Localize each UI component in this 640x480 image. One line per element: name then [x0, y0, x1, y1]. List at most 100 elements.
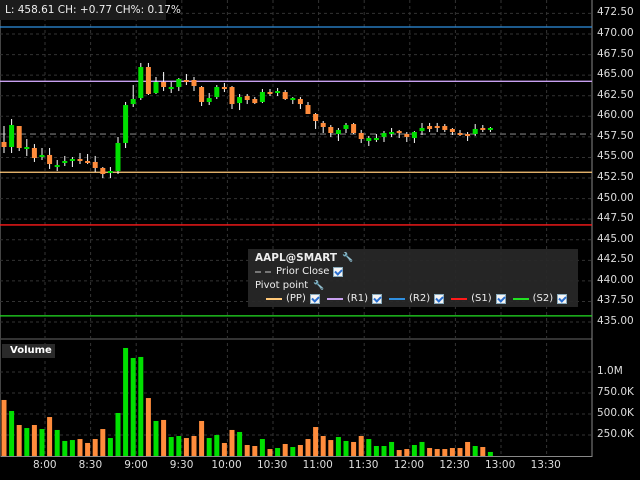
candle-up [419, 127, 425, 132]
line-swatch [266, 297, 282, 300]
line-swatch [451, 297, 468, 300]
volume-bar [199, 420, 205, 456]
legend-symbol: AAPL@SMART [255, 252, 338, 264]
volume-bar [275, 448, 281, 456]
candle-down [161, 81, 167, 88]
volume-bar [16, 425, 22, 456]
volume-bar [259, 439, 265, 456]
pivot-item-checkbox[interactable] [557, 293, 568, 304]
pivot-items: (PP) (R1) (R2) (S1) (S2) [266, 293, 574, 304]
volume-bar [145, 398, 151, 456]
price-tick-label: 460.00 [597, 109, 634, 122]
volume-bar [100, 429, 106, 456]
candle-down [351, 124, 357, 134]
candle-down [31, 147, 37, 159]
volume-bar [221, 442, 227, 456]
prior-close-checkbox[interactable] [333, 266, 344, 277]
dashed-line-swatch [255, 270, 271, 273]
candle-up [138, 67, 144, 99]
volume-bar [381, 446, 387, 456]
volume-bar [419, 441, 425, 456]
candle-up [214, 87, 220, 98]
volume-bar [282, 443, 288, 456]
volume-bar [206, 438, 212, 456]
time-tick-label: 10:30 [257, 459, 288, 471]
pivot-item-label: (S1) [471, 293, 492, 304]
volume-bar [214, 435, 220, 456]
candle-up [153, 81, 159, 94]
price-tick-label: 452.50 [597, 171, 634, 184]
volume-bar [191, 436, 197, 456]
volume-bar [267, 449, 273, 456]
wrench-icon[interactable]: 🔧 [342, 254, 353, 263]
candle-up [366, 138, 372, 141]
volume-bar [9, 410, 15, 456]
volume-bar [77, 439, 83, 456]
volume-bar [31, 425, 37, 456]
volume-bar [229, 429, 235, 456]
volume-bar [47, 417, 53, 456]
volume-bar [297, 444, 303, 456]
line-swatch [389, 297, 405, 300]
wrench-icon[interactable]: 🔧 [313, 281, 324, 290]
candle-down [442, 126, 448, 130]
candle-down [465, 133, 471, 136]
pivot-legend-item: (R1) [326, 293, 382, 304]
candle-down [244, 95, 250, 101]
time-tick-label: 12:00 [393, 459, 425, 471]
price-tick-label: 462.50 [597, 88, 634, 101]
price-tick-label: 455.00 [597, 150, 634, 163]
pivot-point-label: Pivot point [255, 280, 309, 291]
candle-down [449, 128, 455, 133]
candle-down [396, 131, 402, 134]
pivot-item-checkbox[interactable] [372, 293, 382, 304]
pivot-item-checkbox[interactable] [434, 293, 445, 304]
time-tick-label: 9:00 [124, 459, 148, 471]
candle-down [191, 80, 197, 87]
volume-bar [54, 429, 60, 456]
candle-down [427, 126, 433, 129]
candle-down [434, 126, 440, 129]
volume-bar [328, 440, 334, 456]
time-tick-label: 13:00 [485, 459, 516, 471]
pivot-item-label: (S2) [532, 293, 554, 304]
price-tick-label: 442.50 [597, 253, 634, 266]
candle-up [130, 99, 136, 105]
pivot-legend-item: (S1) [451, 293, 506, 304]
candle-down [1, 141, 7, 147]
candle-down [100, 167, 106, 174]
candle-down [252, 99, 258, 104]
volume-bar [411, 444, 417, 456]
time-tick-label: 8:30 [78, 459, 103, 471]
volume-bar [252, 446, 258, 456]
candle-down [85, 160, 91, 163]
volume-bar [39, 429, 45, 456]
volume-bar [244, 444, 250, 456]
price-tick-label: 470.00 [597, 27, 634, 39]
pivot-item-checkbox[interactable] [309, 293, 320, 304]
candle-down [328, 126, 334, 134]
candle-up [472, 128, 478, 134]
candle-down [480, 127, 486, 130]
volume-tick-label: 1.0M [597, 365, 623, 377]
price-tick-label: 435.00 [597, 315, 634, 328]
pivot-item-label: (PP) [286, 293, 306, 304]
legend-pivot-row: Pivot point 🔧 [255, 280, 324, 291]
time-tick-label: 12:30 [439, 459, 470, 471]
volume-bar [487, 451, 493, 456]
candle-up [24, 146, 30, 149]
candle-up [411, 132, 417, 139]
volume-bar [24, 428, 30, 456]
price-tick-label: 465.00 [597, 68, 634, 81]
volume-bar [123, 347, 129, 456]
volume-bar [69, 440, 75, 456]
pivot-item-checkbox[interactable] [495, 293, 506, 304]
candle-up [343, 125, 349, 129]
candle-down [16, 126, 22, 148]
candle-up [237, 97, 243, 104]
volume-bar [130, 357, 136, 456]
volume-bar [442, 449, 448, 456]
volume-bar [335, 437, 341, 456]
candle-down [404, 133, 410, 137]
candle-down [305, 105, 311, 114]
